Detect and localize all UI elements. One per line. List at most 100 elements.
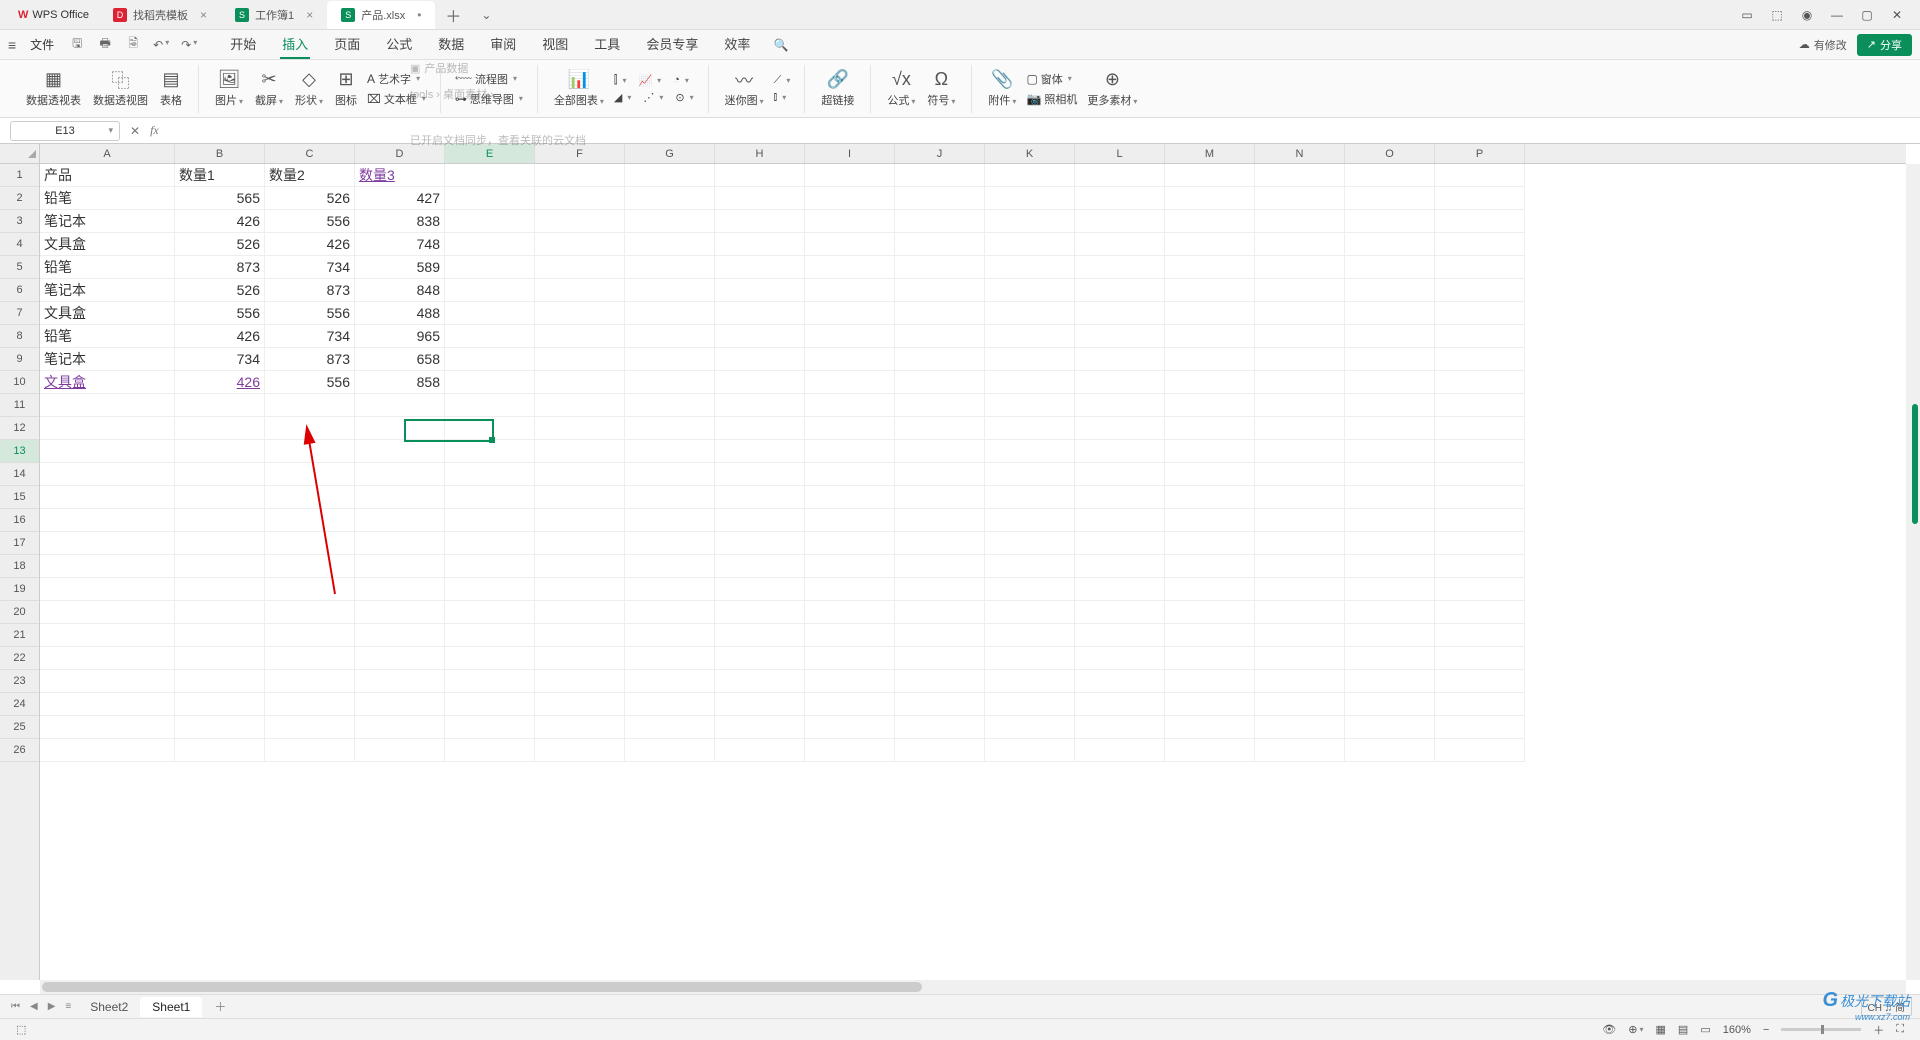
chart-type-more-icon[interactable]: ⊙▾: [671, 90, 697, 105]
cell[interactable]: [985, 670, 1075, 693]
cell[interactable]: 文具盒: [40, 302, 175, 325]
cell[interactable]: [535, 716, 625, 739]
cell[interactable]: [535, 601, 625, 624]
cell[interactable]: 658: [355, 348, 445, 371]
cell[interactable]: [535, 486, 625, 509]
cell[interactable]: [1435, 210, 1525, 233]
chart-type-area-icon[interactable]: ◢▾: [610, 90, 635, 105]
chart-type-pie-icon[interactable]: ◔▾: [669, 73, 693, 88]
column-header[interactable]: M: [1165, 144, 1255, 163]
column-header[interactable]: L: [1075, 144, 1165, 163]
cell[interactable]: [175, 578, 265, 601]
cell[interactable]: [895, 394, 985, 417]
cell[interactable]: [715, 509, 805, 532]
column-header[interactable]: F: [535, 144, 625, 163]
cell[interactable]: [445, 555, 535, 578]
cell[interactable]: [445, 164, 535, 187]
cell[interactable]: [1255, 532, 1345, 555]
cell[interactable]: [445, 210, 535, 233]
cell[interactable]: [805, 256, 895, 279]
cell[interactable]: [625, 716, 715, 739]
cell[interactable]: [625, 463, 715, 486]
cell[interactable]: 笔记本: [40, 348, 175, 371]
cell[interactable]: [1165, 233, 1255, 256]
cell[interactable]: [175, 716, 265, 739]
cell[interactable]: [355, 693, 445, 716]
cell[interactable]: [40, 578, 175, 601]
cell[interactable]: 838: [355, 210, 445, 233]
row-header[interactable]: 4: [0, 233, 39, 256]
row-header[interactable]: 6: [0, 279, 39, 302]
cell[interactable]: [625, 394, 715, 417]
cell[interactable]: [1075, 348, 1165, 371]
cell[interactable]: [1255, 348, 1345, 371]
ribbon-tab[interactable]: 审阅: [488, 30, 518, 59]
cell[interactable]: [805, 371, 895, 394]
row-header[interactable]: 10: [0, 371, 39, 394]
cell[interactable]: [445, 509, 535, 532]
cell[interactable]: [445, 739, 535, 762]
column-header[interactable]: G: [625, 144, 715, 163]
cell[interactable]: [175, 624, 265, 647]
cell[interactable]: [265, 716, 355, 739]
cell[interactable]: [1165, 417, 1255, 440]
cell[interactable]: 427: [355, 187, 445, 210]
cell[interactable]: [1255, 739, 1345, 762]
cell[interactable]: [715, 164, 805, 187]
cell[interactable]: [895, 440, 985, 463]
row-header[interactable]: 5: [0, 256, 39, 279]
cell[interactable]: [355, 601, 445, 624]
row-header[interactable]: 13: [0, 440, 39, 463]
cell[interactable]: [1345, 739, 1435, 762]
cell[interactable]: [1075, 394, 1165, 417]
cell[interactable]: [1255, 164, 1345, 187]
cell[interactable]: [535, 187, 625, 210]
cell[interactable]: [985, 578, 1075, 601]
ribbon-tab[interactable]: 会员专享: [644, 30, 700, 59]
cell[interactable]: [985, 233, 1075, 256]
cell[interactable]: [805, 164, 895, 187]
cell[interactable]: [1165, 164, 1255, 187]
cell[interactable]: [1255, 509, 1345, 532]
cell[interactable]: 873: [265, 279, 355, 302]
cell[interactable]: [1435, 417, 1525, 440]
cell[interactable]: [1165, 716, 1255, 739]
screenshot-button[interactable]: ✂截屏▾: [249, 70, 289, 108]
cell[interactable]: [1345, 394, 1435, 417]
cell[interactable]: [1345, 164, 1435, 187]
column-headers[interactable]: ABCDEFGHIJKLMNOP: [40, 144, 1906, 164]
cell[interactable]: [1345, 509, 1435, 532]
hyperlink-button[interactable]: 🔗超链接: [815, 70, 860, 108]
cell[interactable]: [1345, 325, 1435, 348]
cell[interactable]: [355, 647, 445, 670]
cell[interactable]: [1075, 187, 1165, 210]
cell[interactable]: [265, 739, 355, 762]
formula-button[interactable]: √x公式▾: [881, 70, 921, 108]
cell[interactable]: [1165, 210, 1255, 233]
cell[interactable]: [625, 739, 715, 762]
cell[interactable]: [715, 187, 805, 210]
cell[interactable]: [1165, 394, 1255, 417]
cell[interactable]: [715, 578, 805, 601]
cell[interactable]: [1345, 716, 1435, 739]
cell[interactable]: [265, 555, 355, 578]
cell[interactable]: 965: [355, 325, 445, 348]
cell[interactable]: [355, 394, 445, 417]
cell[interactable]: [445, 348, 535, 371]
cell[interactable]: [625, 417, 715, 440]
cell[interactable]: [1255, 578, 1345, 601]
cell[interactable]: [1345, 371, 1435, 394]
cell[interactable]: [805, 440, 895, 463]
row-header[interactable]: 15: [0, 486, 39, 509]
undo-icon[interactable]: ↶▾: [152, 38, 170, 52]
cell[interactable]: 数量2: [265, 164, 355, 187]
cell[interactable]: 笔记本: [40, 210, 175, 233]
row-header[interactable]: 20: [0, 601, 39, 624]
cell[interactable]: [805, 417, 895, 440]
cell[interactable]: [805, 463, 895, 486]
fx-icon[interactable]: fx: [150, 123, 159, 138]
cell[interactable]: [40, 647, 175, 670]
sheet-next-icon[interactable]: ▶: [45, 1001, 59, 1012]
cell[interactable]: [355, 624, 445, 647]
tab-close-icon[interactable]: •: [417, 8, 421, 22]
